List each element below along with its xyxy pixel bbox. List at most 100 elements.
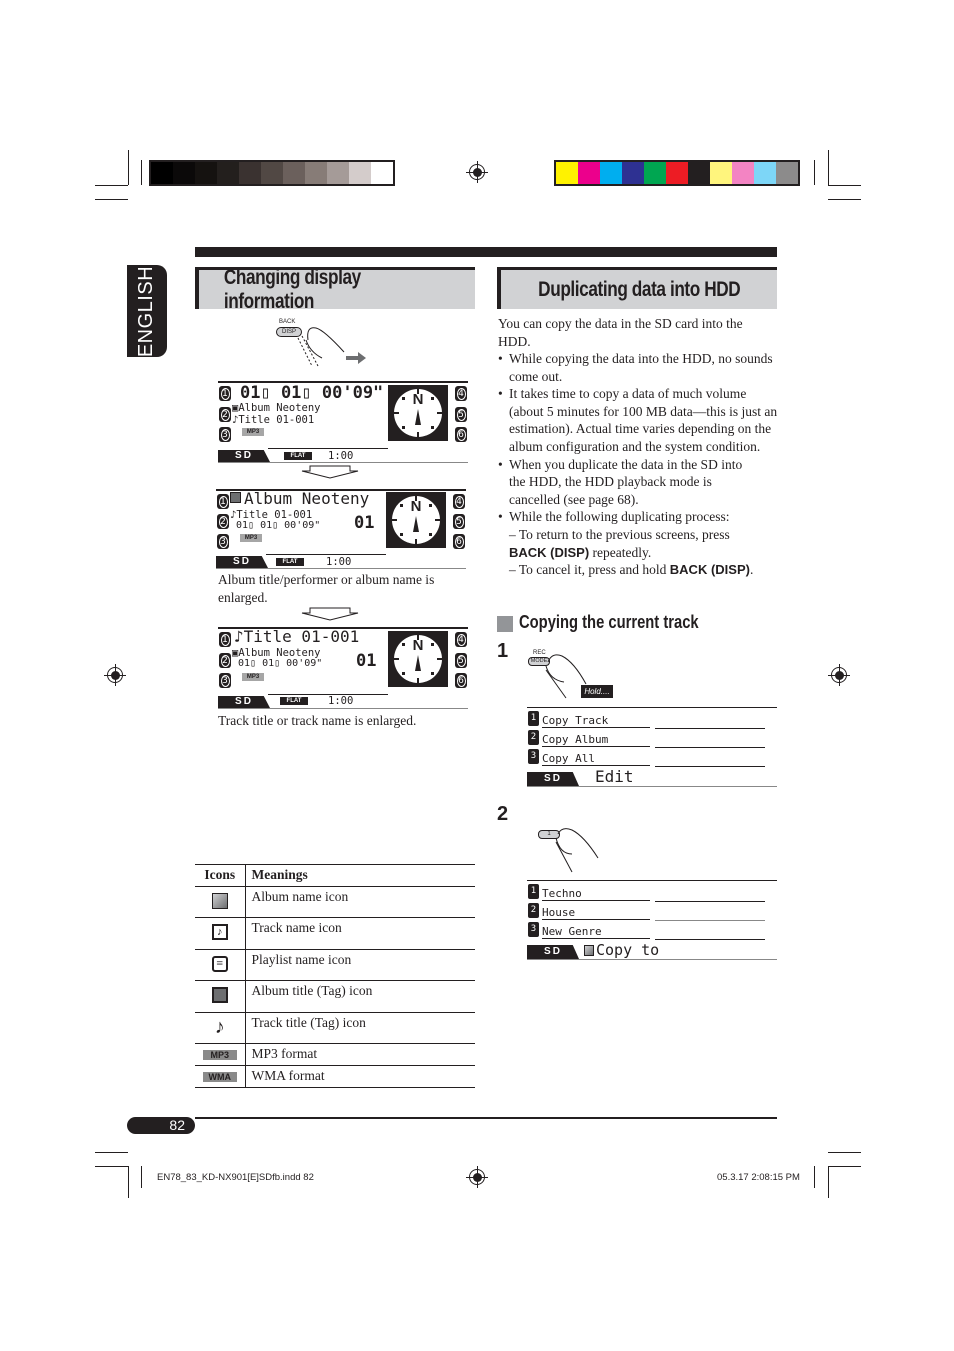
color-calibration-bar [554, 160, 800, 186]
compass-tick [429, 504, 432, 507]
color-swatch [622, 162, 644, 184]
album-line: Album Neoteny [244, 489, 370, 508]
crop-mark [141, 160, 142, 185]
section-title-text: Duplicating data into HDD [537, 277, 741, 301]
bullet-item: • While copying the data into the HDD, no… [498, 351, 773, 384]
screen-title-edit: Edit [595, 767, 634, 786]
preset-2-icon: 2 [219, 653, 231, 668]
sub-item: – To return to the previous screens, pre… [498, 526, 768, 561]
crop-mark [128, 150, 129, 185]
preset-3-icon: 3 [217, 534, 229, 549]
registration-mark-icon [104, 664, 126, 686]
bullet-text: When you duplicate the data in the SD in… [509, 456, 743, 507]
color-swatch [644, 162, 666, 184]
icons-meaning-table: Icons Meanings Album name icon ♪ Track n… [195, 864, 475, 1088]
table-row: MP3 MP3 format [195, 1043, 475, 1066]
color-swatch [688, 162, 710, 184]
bullet-item: • While the following duplicating process… [498, 509, 730, 525]
footer-rule [195, 1117, 777, 1119]
sub-item-text: repeatedly. [589, 544, 652, 560]
compass-icon: N [388, 385, 448, 441]
registration-mark-icon [828, 664, 850, 686]
mp3-format-icon: MP3 [240, 534, 262, 542]
preset-2-icon: 2 [217, 514, 229, 529]
sub-item-text: . [749, 562, 754, 578]
track-name-icon: ♪ [211, 924, 228, 940]
eq-flat-label: FLAT [280, 697, 308, 705]
preset-4-icon: 4 [455, 632, 467, 647]
crop-mark [828, 1166, 829, 1198]
compass-icon: N [388, 631, 448, 687]
preset-1-icon: 1 [217, 494, 229, 509]
color-swatch [305, 162, 327, 184]
menu-item-copy-all[interactable]: 3 Copy All [527, 748, 777, 767]
lcd-screen-title-enlarged: 1 2 3 ♪Title 01-001 ▣Album Neoteny 01▯ 0… [218, 627, 468, 709]
compass-tick [417, 678, 419, 683]
lcd-screen-edit-menu: 1 Copy Track 2 Copy Album 3 Copy All SD … [527, 707, 777, 787]
bullet-text: While copying the data into the HDD, no … [509, 351, 773, 384]
step-number: 1 [497, 640, 509, 662]
preset-2-icon: 2 [528, 903, 539, 918]
compass-tick [429, 533, 432, 536]
back-disp-key-label: BACK (DISP) [509, 544, 590, 560]
preset-5-icon: 5 [455, 407, 467, 422]
finger-press-icon [297, 327, 366, 367]
track-title-tag-icon: ♪ [214, 1016, 225, 1038]
grayscale-calibration-bar [149, 160, 395, 186]
compass-tick [394, 412, 399, 414]
meaning-cell: Album title (Tag) icon [245, 980, 475, 1013]
compass-tick [417, 635, 419, 640]
crop-mark [828, 150, 829, 185]
crop-mark [95, 1166, 128, 1167]
menu-item-label: New Genre [542, 925, 650, 939]
crop-mark [814, 160, 815, 185]
color-swatch [776, 162, 798, 184]
finger-press-icon [555, 828, 599, 873]
intro-paragraph: You can copy the data in the SD card int… [498, 316, 743, 349]
sub-item-text: – To cancel it, press and hold [509, 562, 670, 578]
crop-mark [828, 185, 861, 186]
bullet-list: • While copying the data into the HDD, no… [498, 350, 780, 579]
language-tab: ENGLISH [127, 265, 167, 357]
caption-title-enlarged: Track title or track name is enlarged. [218, 713, 417, 728]
menu-item-techno[interactable]: 1 Techno [527, 883, 777, 902]
meaning-cell: WMA format [245, 1065, 475, 1088]
color-swatch [173, 162, 195, 184]
down-arrow-icon [301, 465, 359, 479]
back-label: BACK [279, 319, 296, 325]
menu-item-copy-track[interactable]: 1 Copy Track [527, 710, 777, 729]
album-name-icon [584, 945, 594, 956]
header-rule [195, 247, 777, 257]
mp3-format-icon: MP3 [202, 1050, 237, 1060]
section-title-changing-display: Changing display information [195, 266, 475, 313]
meaning-cell: MP3 format [245, 1043, 475, 1066]
preset-2-icon: 2 [219, 407, 231, 422]
menu-underline [655, 766, 765, 767]
menu-underline [655, 939, 765, 940]
crop-mark [828, 199, 861, 200]
preset-1-icon: 1 [219, 632, 231, 647]
mp3-format-icon: MP3 [242, 673, 264, 681]
step-number: 2 [497, 803, 509, 825]
crop-mark [95, 185, 128, 186]
registration-mark-icon [466, 1166, 488, 1188]
menu-item-house[interactable]: 2 House [527, 902, 777, 921]
meaning-cell: Album name icon [245, 886, 475, 918]
color-swatch [217, 162, 239, 184]
color-swatch [578, 162, 600, 184]
language-label: ENGLISH [135, 265, 158, 357]
menu-item-new-genre[interactable]: 3 New Genre [527, 921, 777, 940]
bullet-item: • It takes time to copy a data of much vo… [498, 386, 778, 454]
preset-6-icon: 6 [455, 427, 467, 442]
crop-mark [141, 1166, 142, 1188]
table-row: Album title (Tag) icon [195, 980, 475, 1013]
crop-mark [95, 1152, 128, 1153]
compass-tick [431, 426, 434, 429]
menu-item-copy-album[interactable]: 2 Copy Album [527, 729, 777, 748]
table-row: ≡ Playlist name icon [195, 949, 475, 981]
track-time-line: 01▯ 01▯ 00'09" [240, 383, 384, 403]
bullet-item: • When you duplicate the data in the SD i… [498, 456, 743, 507]
menu-item-label: Copy Track [542, 714, 650, 728]
compass-tick [402, 643, 405, 646]
menu-item-label: Techno [542, 887, 650, 901]
